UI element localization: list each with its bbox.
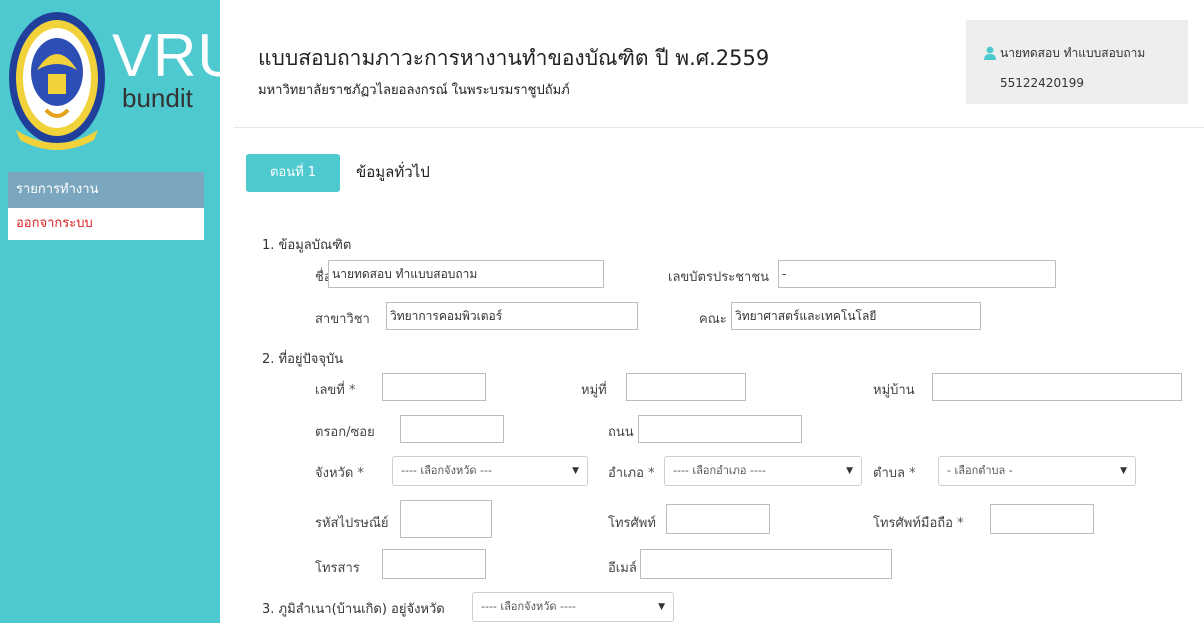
- moo-label: หมู่ที่: [581, 383, 607, 398]
- postcode-field[interactable]: [400, 500, 492, 538]
- province-label: จังหวัด *: [315, 466, 364, 481]
- q3-label: 3. ภูมิลำเนา(บ้านเกิด) อยู่จังหวัด: [262, 602, 445, 617]
- section-title: ข้อมูลทั่วไป: [356, 163, 430, 181]
- road-field[interactable]: [638, 415, 802, 443]
- fax-field[interactable]: [382, 549, 486, 579]
- logo: VRU bundit: [8, 8, 242, 158]
- village-label: หมู่บ้าน: [873, 383, 915, 398]
- id-card-field[interactable]: -: [778, 260, 1056, 288]
- email-field[interactable]: [640, 549, 892, 579]
- fax-label: โทรสาร: [315, 561, 360, 576]
- logout-link[interactable]: ออกจากระบบ: [8, 208, 204, 240]
- alley-field[interactable]: [400, 415, 504, 443]
- faculty-field[interactable]: วิทยาศาสตร์และเทคโนโลยี: [731, 302, 981, 330]
- province-select[interactable]: ---- เลือกจังหวัด --- ▼: [392, 456, 588, 486]
- hometown-province-select[interactable]: ---- เลือกจังหวัด ---- ▼: [472, 592, 674, 622]
- subdistrict-select[interactable]: - เลือกตำบล - ▼: [938, 456, 1136, 486]
- district-label: อำเภอ *: [608, 466, 655, 481]
- chevron-down-icon: ▼: [572, 466, 579, 476]
- sidebar: VRU bundit รายการทำงาน ออกจากระบบ: [0, 0, 242, 623]
- faculty-label: คณะ: [699, 312, 727, 327]
- menu-header[interactable]: รายการทำงาน: [8, 172, 204, 208]
- district-select[interactable]: ---- เลือกอำเภอ ---- ▼: [664, 456, 862, 486]
- page-title: แบบสอบถามภาวะการหางานทำของบัณฑิต ปี พ.ศ.…: [258, 46, 770, 70]
- postcode-label: รหัสไปรษณีย์: [315, 516, 389, 531]
- alley-label: ตรอก/ซอย: [315, 425, 375, 440]
- mobile-label: โทรศัพท์มือถือ *: [873, 516, 964, 531]
- q2-label: 2. ที่อยู่ปัจจุบัน: [262, 352, 344, 367]
- subdistrict-label: ตำบล *: [873, 466, 916, 481]
- chevron-down-icon: ▼: [846, 466, 853, 476]
- chevron-down-icon: ▼: [658, 602, 665, 612]
- q1-label: 1. ข้อมูลบัณฑิต: [262, 238, 352, 253]
- step-1-button[interactable]: ตอนที่ 1: [246, 154, 340, 192]
- user-name: นายทดสอบ ทำแบบสอบถาม: [1000, 46, 1146, 60]
- header-divider: [234, 127, 1204, 128]
- brand-name: VRU: [112, 22, 242, 89]
- email-label: อีเมล์: [608, 561, 637, 576]
- road-label: ถนน: [608, 425, 634, 440]
- major-label: สาขาวิชา: [315, 312, 370, 327]
- phone-field[interactable]: [666, 504, 770, 534]
- major-field[interactable]: วิทยาการคอมพิวเตอร์: [386, 302, 638, 330]
- house-no-label: เลขที่ *: [315, 383, 356, 398]
- page-subtitle: มหาวิทยาลัยราชภัฏวไลยอลงกรณ์ ในพระบรมราช…: [258, 83, 570, 98]
- id-card-label: เลขบัตรประชาชน: [668, 270, 770, 285]
- mobile-field[interactable]: [990, 504, 1094, 534]
- phone-label: โทรศัพท์: [608, 516, 656, 531]
- user-id: 55122420199: [1000, 76, 1084, 90]
- user-panel: นายทดสอบ ทำแบบสอบถาม 55122420199: [966, 20, 1188, 104]
- moo-field[interactable]: [626, 373, 746, 401]
- user-icon: [984, 46, 996, 60]
- house-no-field[interactable]: [382, 373, 486, 401]
- chevron-down-icon: ▼: [1120, 466, 1127, 476]
- university-seal-icon: [9, 12, 105, 150]
- village-field[interactable]: [932, 373, 1182, 401]
- name-field[interactable]: นายทดสอบ ทำแบบสอบถาม: [328, 260, 604, 288]
